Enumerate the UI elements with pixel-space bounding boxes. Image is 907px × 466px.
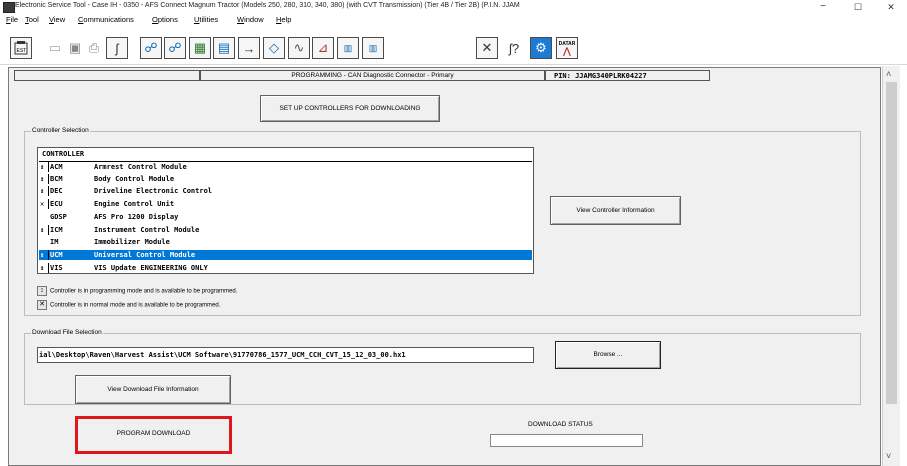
controller-row-im[interactable]: IM Immobilizer Module [39, 237, 532, 247]
menu-help[interactable]: Help [276, 15, 291, 24]
network-config-icon[interactable]: ☍ [164, 37, 186, 59]
menu-bar [0, 14, 907, 26]
controller-code: ICM [50, 225, 63, 234]
normal-mode-text: Controller is in normal mode and is avai… [50, 302, 221, 309]
datar-icon[interactable]: DATAR ⋀ [556, 37, 578, 59]
svg-text:EST: EST [17, 48, 27, 54]
programming-mode-icon: ↕ [37, 286, 47, 296]
menu-file[interactable]: File [6, 15, 18, 24]
controller-row-ucm[interactable]: ↕ UCM Universal Control Module [39, 249, 532, 260]
controller-code: UCM [50, 250, 63, 259]
programming-mode-icon: ↕ [40, 186, 49, 197]
controller-row-ecu[interactable]: ✕ ECU Engine Control Unit [39, 199, 532, 210]
wave-icon[interactable]: ∿ [288, 37, 310, 59]
controller-name: Immobilizer Module [94, 238, 170, 247]
download-file-path-field[interactable]: ial\Desktop\Raven\Harvest Assist\UCM Sof… [37, 347, 534, 363]
network-icon[interactable]: ☍ [140, 37, 162, 59]
grid-icon[interactable]: ▤ [213, 37, 235, 59]
download-file-legend: Download File Selection [31, 329, 103, 336]
controller-name: Engine Control Unit [94, 200, 175, 209]
controller-code: GDSP [50, 212, 67, 221]
controller-list[interactable]: CONTROLLER ↕ ACM Armrest Control Module ↕ BC… [37, 147, 534, 274]
programming-mode-icon: ↕ [40, 173, 49, 184]
probe-help-icon[interactable]: ʃ? [503, 37, 525, 59]
normal-mode-icon: ✕ [37, 300, 47, 310]
controller-name: VIS Update ENGINEERING ONLY [94, 263, 208, 272]
scroll-up-icon[interactable]: ˄ [886, 69, 891, 79]
browse-button[interactable]: Browse ... [555, 341, 661, 369]
view-download-file-info-button[interactable]: View Download File Information [75, 375, 231, 404]
programming-mode-icon: ↕ [40, 162, 49, 172]
programming-mode-icon: ↕ [40, 224, 49, 235]
programming-mode-icon: ↕ [40, 262, 49, 273]
programming-mode-note: ↕ Controller is in programming mode and i… [37, 286, 237, 296]
highlight-box [75, 416, 232, 454]
dock-icon[interactable]: ▭ [44, 37, 66, 59]
binary-download-icon[interactable]: ▥ [362, 37, 384, 59]
controller-row-dec[interactable]: ↕ DEC Driveline Electronic Control [39, 186, 532, 197]
maximize-button[interactable]: ☐ [843, 0, 873, 14]
programming-mode-icon: ↕ [40, 249, 49, 260]
minimize-button[interactable]: − [808, 0, 838, 14]
programming-mode-text: Controller is in programming mode and is… [50, 288, 238, 295]
scrollbar-thumb[interactable] [886, 82, 897, 404]
module-icon[interactable]: ▦ [189, 37, 211, 59]
est-icon[interactable]: EST [10, 37, 32, 59]
menu-tool[interactable]: Tool [25, 15, 39, 24]
controller-name: Driveline Electronic Control [94, 187, 213, 196]
controller-row-acm[interactable]: ↕ ACM Armrest Control Module [39, 161, 532, 172]
menu-view[interactable]: View [49, 15, 65, 24]
close-button[interactable]: ✕ [876, 0, 906, 14]
flow-icon[interactable]: → [238, 37, 260, 59]
controller-name: Armrest Control Module [94, 163, 187, 171]
view-controller-info-button[interactable]: View Controller Information [550, 196, 681, 225]
menu-window[interactable]: Window [237, 15, 264, 24]
controller-code: ECU [50, 200, 63, 209]
normal-mode-note: ✕ Controller is in normal mode and is ava… [37, 300, 220, 310]
controller-code: IM [50, 238, 59, 247]
controller-row-gdsp[interactable]: GDSP AFS Pro 1200 Display [39, 212, 532, 222]
controller-code: DEC [50, 187, 63, 196]
settings-icon[interactable]: ⚙ [530, 37, 552, 59]
controller-name: Instrument Control Module [94, 225, 200, 234]
menu-communications[interactable]: Communications [78, 15, 134, 24]
controller-code: ACM [50, 163, 63, 171]
scroll-down-icon[interactable]: ˅ [886, 451, 891, 461]
probe-icon[interactable]: ʃ [106, 37, 128, 59]
setup-controllers-button[interactable]: SET UP CONTROLLERS FOR DOWNLOADING [260, 95, 440, 122]
menu-options[interactable]: Options [152, 15, 178, 24]
tools-icon[interactable]: ✕ [476, 37, 498, 59]
page-title: PROGRAMMING - CAN Diagnostic Connector -… [200, 70, 545, 81]
pin-display: PIN: JJAMG340PLRK04227 [545, 70, 710, 81]
download-status-label: DOWNLOAD STATUS [528, 421, 593, 428]
download-status-bar [490, 434, 643, 447]
window-title: Electronic Service Tool - Case IH - 0350… [15, 2, 520, 9]
header-left-cell [14, 70, 200, 81]
controller-code: VIS [50, 263, 63, 272]
controller-row-bcm[interactable]: ↕ BCM Body Control Module [39, 173, 532, 184]
controller-name: Body Control Module [94, 174, 175, 183]
toolbar [0, 26, 907, 65]
connect-icon[interactable]: ◇ [263, 37, 285, 59]
controller-row-icm[interactable]: ↕ ICM Instrument Control Module [39, 224, 532, 235]
controller-code: BCM [50, 174, 63, 183]
menu-utilities[interactable]: Utilities [194, 15, 218, 24]
app-icon [3, 2, 15, 13]
binary-icon[interactable]: ▥ [337, 37, 359, 59]
normal-mode-icon: ✕ [40, 199, 49, 210]
controller-name: Universal Control Module [94, 250, 196, 259]
print-icon[interactable]: ⎙ [83, 37, 105, 59]
gauge-icon[interactable]: ⊿ [312, 37, 334, 59]
controller-list-header: CONTROLLER [42, 150, 85, 158]
controller-row-vis[interactable]: ↕ VIS VIS Update ENGINEERING ONLY [39, 262, 532, 273]
controller-selection-legend: Controller Selection [31, 127, 90, 134]
controller-name: AFS Pro 1200 Display [94, 212, 179, 221]
